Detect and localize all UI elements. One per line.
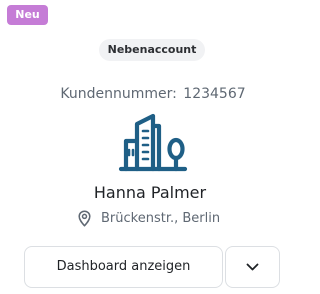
map-pin-icon [78,209,91,227]
customer-number-value: 1234567 [183,86,246,102]
customer-number-label: Kundennummer: [60,86,177,102]
more-actions-dropdown-button[interactable] [225,246,280,288]
location: Brückenstr., Berlin [78,207,220,229]
location-text: Brückenstr., Berlin [101,210,221,226]
dashboard-button-label: Dashboard anzeigen [56,259,191,274]
account-type-label: Nebenaccount [107,43,197,56]
account-type-badge: Nebenaccount [99,39,205,61]
building-icon [118,113,188,172]
customer-card: Neu Nebenaccount Kundennummer: 1234567 H… [0,0,289,294]
new-badge-label: Neu [15,8,40,21]
chevron-down-icon [246,263,259,271]
customer-name: Hanna Palmer [93,183,207,202]
dashboard-button[interactable]: Dashboard anzeigen [24,246,223,288]
customer-number: Kundennummer: 1234567 [0,83,306,105]
new-badge: Neu [7,5,48,25]
